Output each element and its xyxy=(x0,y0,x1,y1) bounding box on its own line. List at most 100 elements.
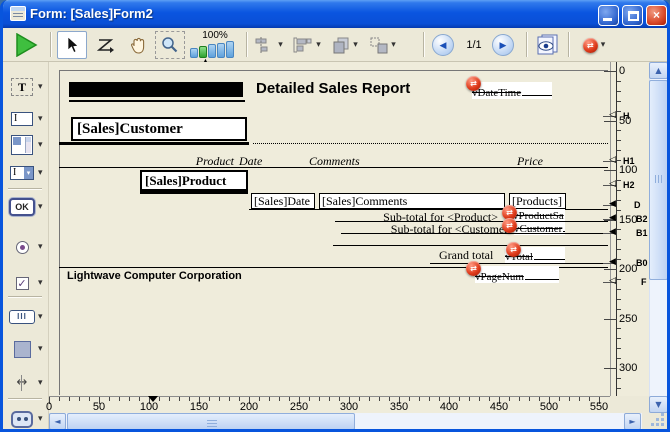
dropdown-arrow-icon[interactable]: ▾ xyxy=(38,168,43,178)
plugin-tool[interactable]: ▾ xyxy=(6,406,48,432)
maximize-button[interactable] xyxy=(622,5,643,26)
products-field-object[interactable]: [Products] xyxy=(509,193,566,209)
previous-page-button[interactable]: ◀ xyxy=(432,31,454,59)
dropdown-arrow-icon[interactable]: ▾ xyxy=(38,140,43,150)
scroll-down-button[interactable]: ▼ xyxy=(649,396,668,413)
checkbox-tool[interactable]: ✓ ▾ xyxy=(6,270,48,296)
section-marker-H[interactable]: ◁ xyxy=(609,110,621,120)
vertical-scroll-thumb[interactable] xyxy=(649,80,668,280)
section-marker-H1[interactable]: ◁ xyxy=(609,155,621,165)
next-page-button[interactable]: ▶ xyxy=(492,31,514,59)
minimize-button[interactable] xyxy=(598,5,619,26)
form-left-boundary xyxy=(59,70,60,395)
section-marker-D[interactable]: ◀ xyxy=(609,199,621,209)
palette-separator xyxy=(8,398,42,400)
rectangle-tool[interactable]: ▾ xyxy=(6,336,48,362)
break1-rule-object[interactable] xyxy=(341,233,608,234)
grand-total-top-rule-object[interactable] xyxy=(333,245,608,246)
dynamic-badge-icon[interactable]: ⇄ xyxy=(466,261,481,276)
dotted-rule-object[interactable] xyxy=(253,143,608,144)
distribute-menu-button[interactable]: ▾ xyxy=(289,31,325,59)
ruler-tick xyxy=(617,150,621,151)
run-icon xyxy=(15,33,39,57)
zoom-bar-800[interactable] xyxy=(226,41,234,58)
dynamic-objects-menu-button[interactable]: ⇄ ▾ xyxy=(576,31,612,59)
company-footer-object[interactable]: Lightwave Computer Corporation xyxy=(67,270,242,282)
zoom-tool-button[interactable] xyxy=(155,31,185,59)
scroll-left-button[interactable]: ◄ xyxy=(49,413,66,430)
grand-total-bottom-rule-object[interactable] xyxy=(430,263,608,264)
zoom-bar-50[interactable] xyxy=(190,48,198,58)
comments-field-object[interactable]: [Sales]Comments xyxy=(319,193,505,209)
section-marker-B2[interactable]: ◀ xyxy=(609,213,621,223)
input-tool[interactable]: I ▾ xyxy=(6,106,48,132)
report-title-object[interactable]: Detailed Sales Report xyxy=(256,80,410,97)
listbox-tool[interactable]: ▾ xyxy=(6,132,48,158)
dropdown-arrow-icon[interactable]: ▾ xyxy=(38,344,43,354)
ruler-tick xyxy=(617,299,621,300)
ruler-tick xyxy=(209,397,210,401)
form-editor-window: Form: [Sales]Form2 × xyxy=(0,0,670,432)
align-menu-button[interactable]: ▾ xyxy=(251,31,287,59)
zoom-bar-200[interactable] xyxy=(208,44,216,58)
radio-tool-icon xyxy=(16,241,29,254)
titlebar[interactable]: Form: [Sales]Form2 × xyxy=(3,0,667,28)
scroll-up-button[interactable]: ▲ xyxy=(649,62,668,79)
dynamic-badge-icon[interactable]: ⇄ xyxy=(502,218,517,233)
ruler-tick xyxy=(604,269,617,270)
dynamic-badge-icon[interactable]: ⇄ xyxy=(466,76,481,91)
arrange-menu-button[interactable]: ▾ xyxy=(327,31,363,59)
section-marker-B1[interactable]: ◀ xyxy=(609,227,621,237)
ruler-tick xyxy=(119,397,120,401)
header-rule-object[interactable] xyxy=(59,167,608,168)
dropdown-arrow-icon[interactable]: ▾ xyxy=(38,82,43,92)
ruler-position-marker[interactable] xyxy=(148,396,158,402)
product-field-object[interactable]: [Sales]Product xyxy=(140,170,248,191)
preview-button[interactable] xyxy=(532,31,564,59)
combobox-tool[interactable]: I ▾ xyxy=(6,160,48,186)
dropdown-arrow-icon[interactable]: ▾ xyxy=(38,242,43,252)
dropdown-arrow-icon[interactable]: ▾ xyxy=(38,202,43,212)
section-marker-H2[interactable]: ◁ xyxy=(609,179,621,189)
grand-total-label-object[interactable]: Grand total xyxy=(439,248,493,263)
dropdown-arrow-icon[interactable]: ▾ xyxy=(38,312,43,322)
subtotal-customer-label-object[interactable]: Sub-total for <Customer> xyxy=(303,222,515,237)
resize-grip[interactable] xyxy=(650,412,664,426)
zoom-bars[interactable] xyxy=(190,41,234,58)
ruler-tick xyxy=(617,101,621,102)
dynamic-badge-icon[interactable]: ⇄ xyxy=(506,242,521,257)
page-number-variable-object[interactable]: vPageNum xyxy=(475,266,559,283)
logo-underline-object[interactable] xyxy=(69,100,245,102)
hand-tool-button[interactable] xyxy=(123,31,153,59)
buttonbar-tool[interactable]: III ▾ xyxy=(6,304,48,330)
section-marker-F[interactable]: ◁ xyxy=(609,276,621,286)
pointer-tool-button[interactable] xyxy=(57,31,87,59)
horizontal-scroll-thumb[interactable] xyxy=(67,413,355,430)
text-tool[interactable]: T ▾ xyxy=(6,74,48,100)
distribute-icon xyxy=(293,37,313,53)
zoom-bar-100-selected[interactable] xyxy=(199,46,207,58)
scroll-right-button[interactable]: ► xyxy=(624,413,641,430)
run-form-button[interactable] xyxy=(11,31,43,59)
datetime-variable-object[interactable]: vDateTime xyxy=(472,82,552,99)
section-marker-label: B2 xyxy=(636,214,648,224)
dropdown-arrow-icon[interactable]: ▾ xyxy=(38,414,43,424)
radio-tool[interactable]: ▾ xyxy=(6,234,48,260)
resize-menu-button[interactable]: ▾ xyxy=(365,31,401,59)
date-field-object[interactable]: [Sales]Date xyxy=(251,193,315,209)
customer-field-object[interactable]: [Sales]Customer xyxy=(71,117,247,141)
ruler-tick xyxy=(409,397,410,401)
button-tool[interactable]: OK ▾ xyxy=(6,194,48,220)
dropdown-arrow-icon[interactable]: ▾ xyxy=(38,378,43,388)
zoom-level-widget[interactable]: 100% ▲ xyxy=(189,29,241,60)
logo-rectangle-object[interactable] xyxy=(69,82,243,97)
customer-thick-rule-object[interactable] xyxy=(59,142,249,145)
section-marker-B0[interactable]: ◀ xyxy=(609,257,621,267)
splitter-tool[interactable]: ↔ ▾ xyxy=(6,370,48,396)
entry-order-tool-button[interactable] xyxy=(91,31,121,59)
dropdown-arrow-icon[interactable]: ▾ xyxy=(38,114,43,124)
dropdown-arrow-icon[interactable]: ▾ xyxy=(38,278,43,288)
zoom-bar-400[interactable] xyxy=(217,43,225,58)
product-thick-rule-object[interactable] xyxy=(140,191,248,194)
close-button[interactable]: × xyxy=(646,5,667,26)
